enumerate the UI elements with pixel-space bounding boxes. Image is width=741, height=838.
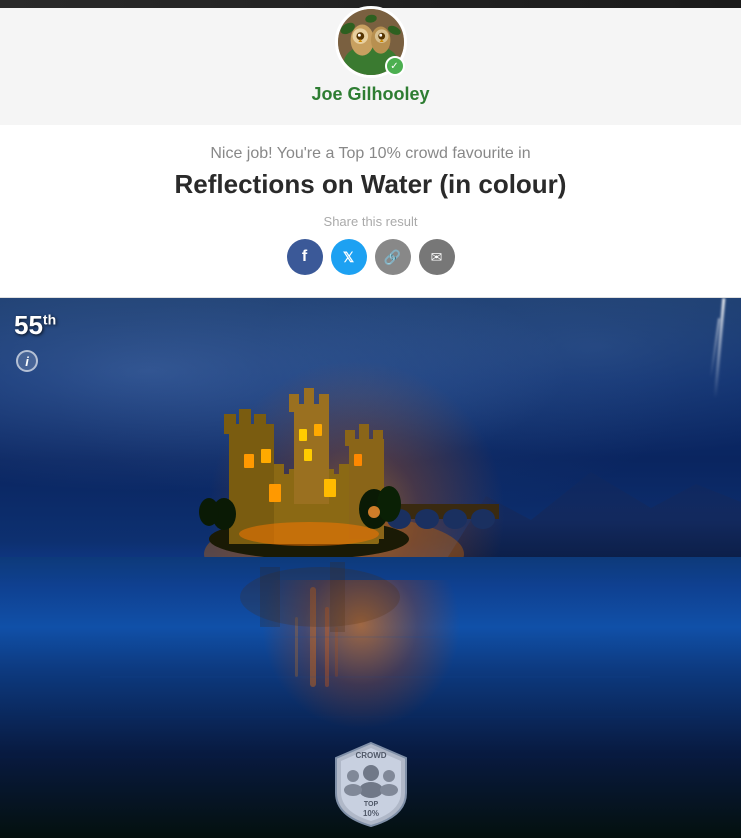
profile-section: ✓ Joe Gilhooley: [0, 8, 741, 125]
crowd-badge-wrapper: CROWD TOP 10%: [326, 738, 416, 828]
info-icon[interactable]: i: [16, 350, 38, 372]
castle-image: [179, 374, 499, 579]
photo-container: 55th i CROWD TOP: [0, 298, 741, 838]
twitter-share-button[interactable]: 𝕏: [331, 239, 367, 275]
svg-text:TOP: TOP: [363, 801, 378, 808]
info-letter: i: [25, 354, 29, 369]
email-icon: ✉: [431, 249, 443, 266]
copy-link-button[interactable]: 🔗: [375, 239, 411, 275]
rank-number: 55: [14, 310, 43, 340]
rank-badge: 55th: [14, 312, 56, 338]
green-badge-icon: ✓: [385, 56, 405, 76]
facebook-icon: f: [302, 248, 307, 266]
email-share-button[interactable]: ✉: [419, 239, 455, 275]
share-buttons: f 𝕏 🔗 ✉: [40, 239, 701, 275]
twitter-icon: 𝕏: [343, 249, 354, 266]
username: Joe Gilhooley: [311, 84, 429, 105]
share-label: Share this result: [40, 214, 701, 229]
nice-job-text: Nice job! You're a Top 10% crowd favouri…: [40, 145, 701, 163]
facebook-share-button[interactable]: f: [287, 239, 323, 275]
rank-suffix: th: [43, 311, 56, 327]
svg-text:10%: 10%: [362, 809, 378, 818]
crowd-badge: CROWD TOP 10%: [326, 738, 416, 828]
avatar-wrapper: ✓: [335, 6, 407, 78]
category-title: Reflections on Water (in colour): [40, 169, 701, 200]
link-icon: 🔗: [384, 249, 401, 266]
result-section: Nice job! You're a Top 10% crowd favouri…: [0, 125, 741, 298]
svg-text:CROWD: CROWD: [355, 751, 386, 760]
